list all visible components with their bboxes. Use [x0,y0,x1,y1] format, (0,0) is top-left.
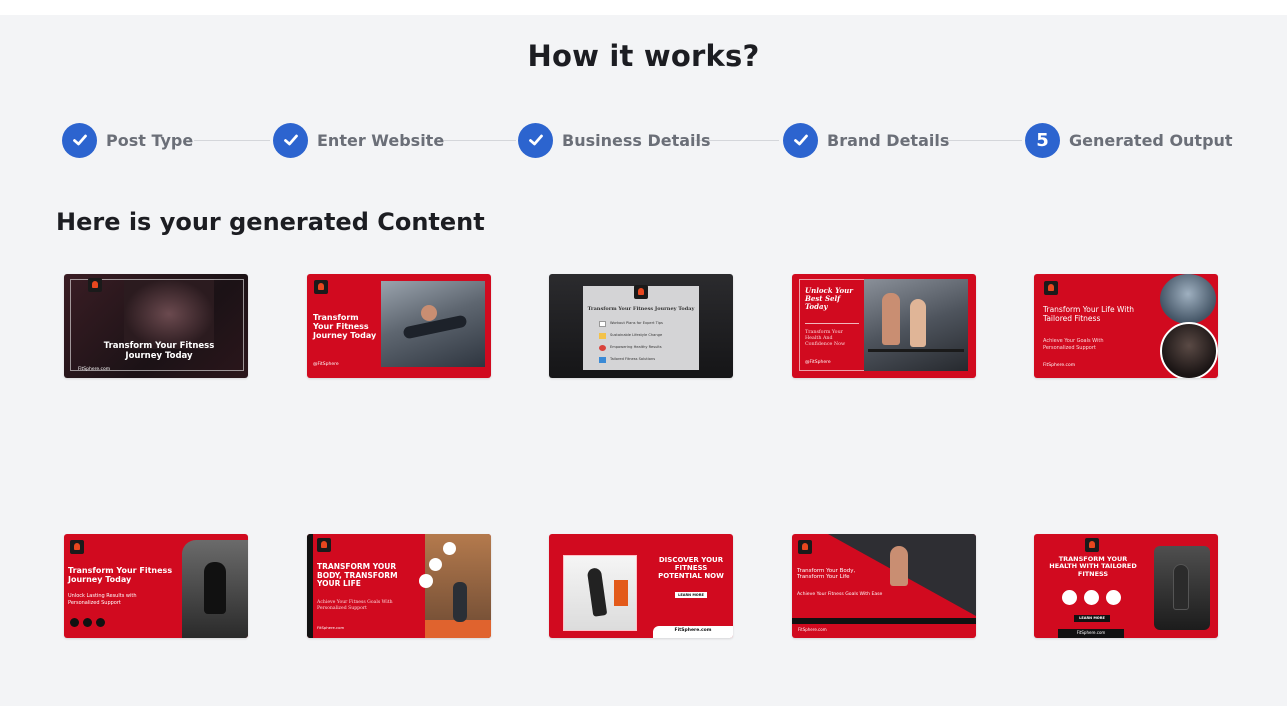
brand-logo [1085,538,1099,552]
card-title: TRANSFORM YOUR BODY, TRANSFORM YOUR LIFE [317,562,398,589]
check-icon [783,122,818,158]
generated-post-card[interactable]: Transform Your Body, Transform Your Life… [792,534,976,638]
dumbbell-icon [419,574,433,588]
generated-post-card[interactable]: TRANSFORM YOUR BODY, TRANSFORM YOUR LIFE… [307,534,491,638]
dumbbell-icon [1062,590,1077,605]
card-title: TRANSFORM YOUR HEALTH WITH TAILORED FITN… [1049,555,1137,578]
learn-more-button[interactable]: LEARN MORE [1074,615,1110,622]
card-subtitle: Unlock Lasting Results with Personalized… [68,593,137,606]
step-connector [946,140,1022,141]
fitness-photo [1154,546,1210,630]
step-number-badge: 5 [1025,122,1060,158]
page-container: How it works? Post Type Enter Website Bu… [0,15,1287,706]
check-icon [273,122,308,158]
step-number: 5 [1036,129,1049,151]
card-title: DISCOVER YOUR FITNESS POTENTIAL NOW [658,556,724,581]
fitness-photo [381,281,485,367]
step-connector [194,140,270,141]
card-footer: FitSphere.com [798,627,827,632]
card-footer: @FitSphere [313,362,339,367]
kettlebell-icon [443,542,456,555]
step-label: Enter Website [317,130,445,150]
brand-logo [314,280,328,294]
brand-logo [88,278,102,292]
card-title: Transform Your Life With Tailored Fitnes… [1043,305,1135,323]
heart-icon [599,345,606,351]
bottle-icon [429,558,442,571]
card-footer: FitSphere.com [674,628,712,633]
kettlebell-icon [1106,590,1121,605]
card-title: Unlock Your Best Self Today [805,286,853,312]
generated-post-card[interactable]: TRANSFORM YOUR HEALTH WITH TAILORED FITN… [1034,534,1218,638]
clipboard-icon [599,321,606,327]
card-subtitle: Transform Your Health And Confidence Now [805,330,846,348]
card-subtitle: Achieve Your Fitness Goals With Personal… [317,600,393,611]
step-label: Post Type [106,130,194,150]
brand-logo [317,538,331,552]
feature-list: Workout Plans for Expert Tips Sustainabl… [599,321,663,369]
list-item: Tailored Fitness Solutions [599,357,663,369]
fitness-photo [563,555,637,631]
step-label: Generated Output [1069,130,1233,150]
generated-post-card[interactable]: Transform Your Fitness Journey Today @Fi… [307,274,491,378]
fitness-photo [425,534,491,638]
card-title: Transform Your Fitness Journey Today [587,306,695,312]
learn-more-button[interactable]: LEARN MORE [675,592,707,598]
list-item: Sustainable Lifestyle Change [599,333,663,345]
step-post-type[interactable]: Post Type [62,122,193,158]
list-item: Empowering Healthy Results [599,345,663,357]
content-heading: Here is your generated Content [56,208,485,236]
generated-post-card[interactable]: Unlock Your Best Self Today Transform Yo… [792,274,976,378]
card-subtitle: Achieve Your Fitness Goals With Ease [797,592,883,597]
progress-stepper: Post Type Enter Website Business Details… [62,122,1233,158]
step-generated-output[interactable]: 5 Generated Output [1025,122,1233,158]
page-title: How it works? [527,39,760,73]
brand-logo [1044,281,1058,295]
bottle-icon [1084,590,1099,605]
step-label: Brand Details [827,130,950,150]
step-label: Business Details [562,130,711,150]
card-title: Transform Your Fitness Journey Today [313,313,377,341]
card-footer: FitSphere.com [78,367,111,372]
twitter-icon[interactable] [96,618,105,627]
fitness-photo [1160,322,1218,378]
step-connector [438,140,516,141]
step-brand-details[interactable]: Brand Details [783,122,949,158]
generated-post-card[interactable]: Transform Your Fitness Journey Today Fit… [64,274,248,378]
card-title: Transform Your Fitness Journey Today [68,566,173,585]
step-business-details[interactable]: Business Details [518,122,711,158]
card-title: Transform Your Fitness Journey Today [103,341,215,361]
instagram-icon[interactable] [83,618,92,627]
fitness-photo [182,540,248,638]
brand-logo [70,540,84,554]
step-enter-website[interactable]: Enter Website [273,122,444,158]
card-footer: FitSphere.com [1076,630,1106,635]
generated-post-card[interactable]: Transform Your Life With Tailored Fitnes… [1034,274,1218,378]
card-footer: FitSphere.com [317,625,345,630]
generated-post-card[interactable]: Transform Your Fitness Journey Today Unl… [64,534,248,638]
facebook-icon[interactable] [70,618,79,627]
card-footer: @FitSphere [805,360,831,365]
fitness-photo [864,279,968,371]
check-icon [62,122,97,158]
generated-post-card[interactable]: Transform Your Fitness Journey Today Wor… [549,274,733,378]
fitness-photo [1158,274,1218,326]
dumbbell-icon [599,357,606,363]
leaf-icon [599,333,606,339]
generated-post-card[interactable]: DISCOVER YOUR FITNESS POTENTIAL NOW LEAR… [549,534,733,638]
brand-logo [634,285,648,299]
card-background [792,534,976,624]
card-title: Transform Your Body, Transform Your Life [797,568,856,581]
check-icon [518,122,553,158]
list-item: Workout Plans for Expert Tips [599,321,663,333]
card-footer: FitSphere.com [1043,363,1076,368]
content-panel: Transform Your Fitness Journey Today Wor… [583,285,699,370]
brand-logo [798,540,812,554]
card-subtitle: Achieve Your Goals With Personalized Sup… [1043,338,1104,351]
